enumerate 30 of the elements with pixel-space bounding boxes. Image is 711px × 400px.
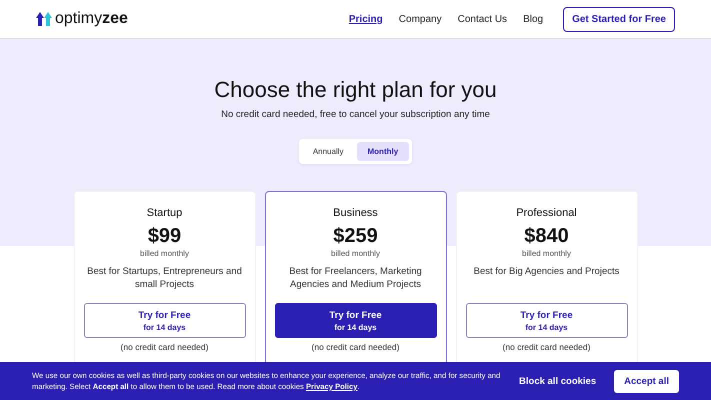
plan-price: $840 bbox=[524, 225, 569, 248]
nav-link[interactable]: Company bbox=[398, 14, 442, 24]
plan-name: Startup bbox=[146, 207, 182, 219]
nav-link[interactable]: Blog bbox=[523, 14, 544, 24]
logo-text: optimyzee bbox=[55, 10, 128, 28]
plan-price: $99 bbox=[148, 225, 182, 248]
plan-description: Best for Freelancers, Marketing Agencies and Medium Projects bbox=[288, 265, 423, 292]
plan-name: Professional bbox=[516, 207, 577, 219]
plan-description: Best for Startups, Entrepreneurs and small Projects bbox=[86, 265, 243, 292]
nav-link[interactable]: Contact Us bbox=[458, 14, 508, 24]
plan-note: (no credit card needed) bbox=[312, 342, 400, 352]
block-cookies-button[interactable]: Block all cookies bbox=[509, 370, 606, 392]
plan-note: (no credit card needed) bbox=[120, 342, 208, 352]
plan-note: (no credit card needed) bbox=[502, 342, 590, 352]
nav-link[interactable]: Pricing bbox=[348, 14, 383, 24]
page-title: Choose the right plan for you bbox=[214, 77, 497, 103]
billing-option[interactable]: Monthly bbox=[356, 142, 410, 161]
plan-description: Best for Big Agencies and Projects bbox=[474, 265, 620, 279]
try-free-button[interactable]: Try for Free for 14 days bbox=[84, 303, 246, 338]
billing-period: billed monthly bbox=[331, 249, 380, 258]
try-free-button[interactable]: Try for Free for 14 days bbox=[466, 303, 628, 338]
accept-all-button[interactable]: Accept all bbox=[614, 370, 679, 392]
get-started-button[interactable]: Get Started for Free bbox=[563, 6, 675, 32]
plan-price: $259 bbox=[333, 225, 378, 248]
plan-name: Business bbox=[333, 207, 378, 219]
page-subtitle: No credit card needed, free to cancel your subscription any time bbox=[221, 109, 490, 120]
logo-icon bbox=[36, 11, 52, 27]
billing-period: billed monthly bbox=[522, 249, 571, 258]
try-free-button[interactable]: Try for Free for 14 days bbox=[274, 303, 436, 338]
billing-period: billed monthly bbox=[140, 249, 189, 258]
